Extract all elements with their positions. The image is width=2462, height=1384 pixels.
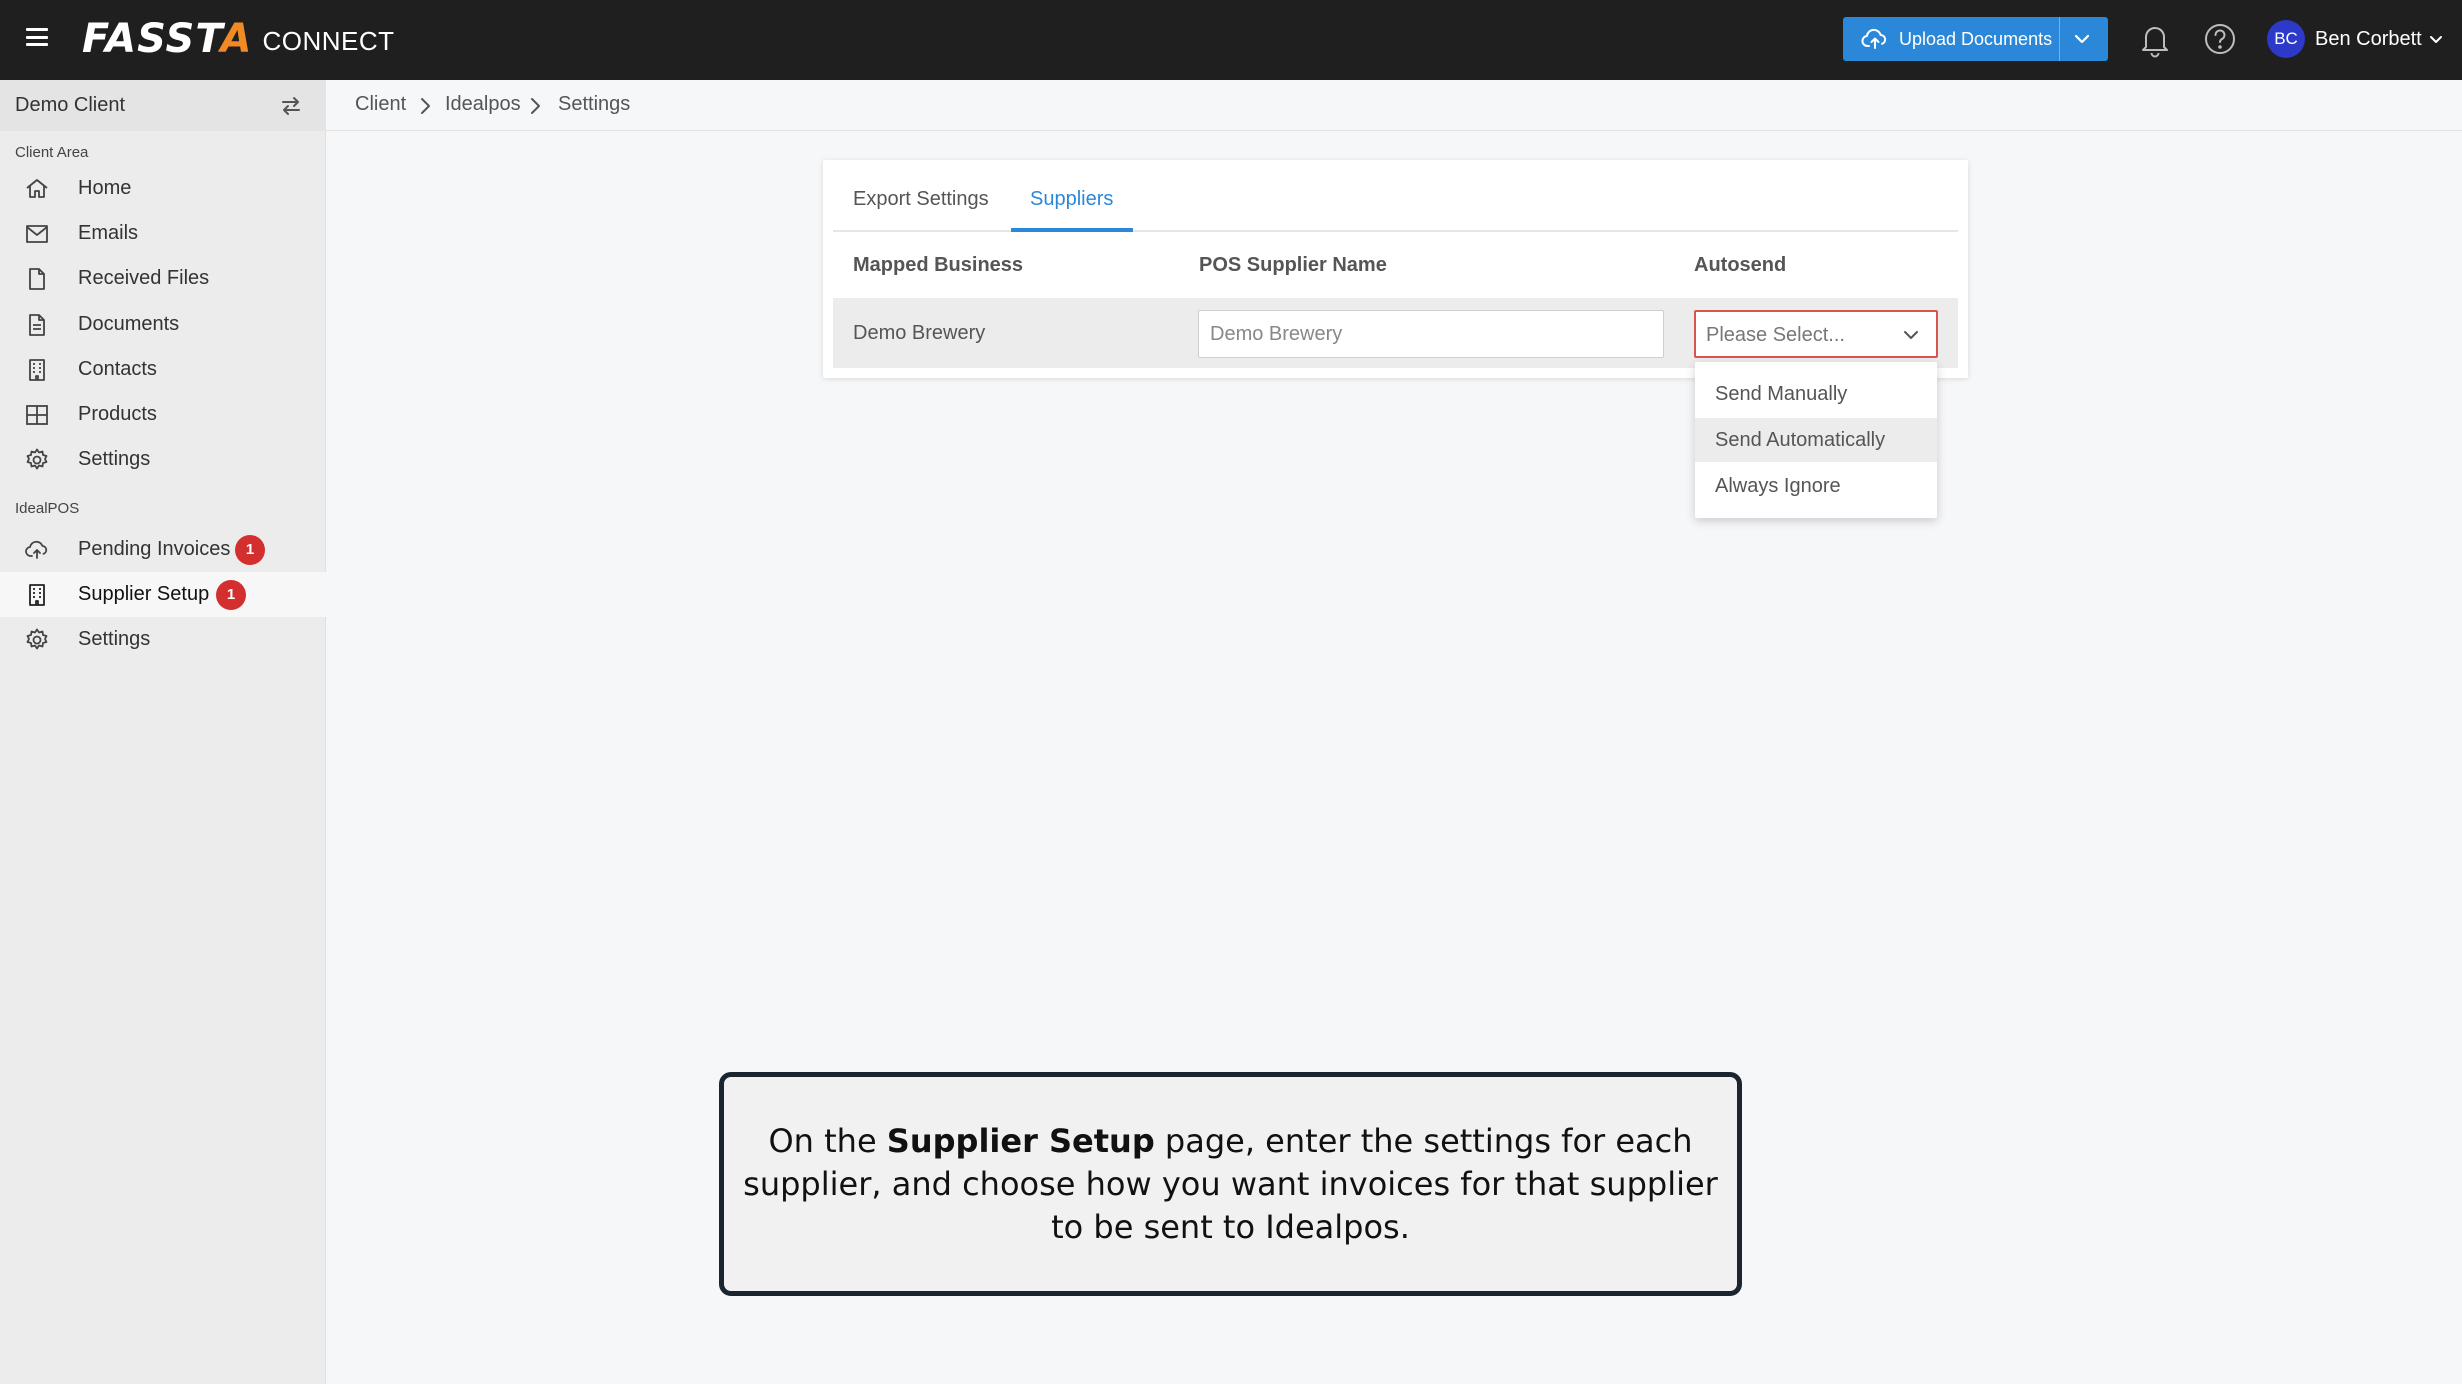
- mail-icon: [26, 224, 48, 243]
- tab-suppliers[interactable]: Suppliers: [1030, 188, 1113, 211]
- section-label-idealpos: IdealPOS: [15, 500, 80, 517]
- mapped-business-cell: Demo Brewery: [853, 322, 986, 344]
- sidebar-item-idealpos-settings[interactable]: Settings: [0, 617, 326, 662]
- active-tab-indicator: [1011, 228, 1133, 232]
- grid-icon: [26, 404, 48, 425]
- sidebar-item-label: Settings: [78, 448, 151, 470]
- chevron-down-icon: [2429, 36, 2442, 43]
- count-badge: 1: [235, 534, 265, 565]
- cloud-upload-icon: [1861, 28, 1887, 49]
- sidebar: Demo Client Client Area Home Emails Rece…: [0, 80, 326, 1384]
- autosend-select[interactable]: Please Select...: [1694, 310, 1938, 358]
- sidebar-item-contacts[interactable]: Contacts: [0, 347, 326, 392]
- sidebar-item-supplier-setup[interactable]: Supplier Setup 1: [0, 572, 326, 617]
- logo: FASSTA CONNECT: [82, 14, 395, 64]
- client-name: Demo Client: [15, 94, 126, 116]
- breadcrumb-settings: Settings: [558, 93, 631, 115]
- upload-documents-label: Upload Documents: [1899, 28, 2053, 49]
- callout-emphasis: Supplier Setup: [886, 1121, 1155, 1160]
- logo-wordmark: FASSTA: [82, 16, 253, 62]
- pos-supplier-name-input[interactable]: [1198, 310, 1664, 358]
- gear-icon: [26, 628, 48, 649]
- sidebar-item-received-files[interactable]: Received Files: [0, 256, 326, 301]
- section-label-client-area: Client Area: [15, 144, 89, 161]
- breadcrumb-idealpos[interactable]: Idealpos: [445, 93, 521, 116]
- sidebar-item-emails[interactable]: Emails: [0, 211, 326, 256]
- sidebar-item-label: Home: [78, 177, 132, 199]
- client-switcher[interactable]: Demo Client: [0, 80, 326, 131]
- chevron-right-icon: [421, 98, 430, 114]
- building-icon: [29, 583, 45, 606]
- chevron-right-icon: [531, 98, 540, 114]
- option-always-ignore[interactable]: Always Ignore: [1695, 464, 1937, 508]
- logo-subtitle: CONNECT: [262, 25, 395, 56]
- cloud-upload-icon: [25, 540, 48, 559]
- column-header-mapped-business: Mapped Business: [853, 254, 1024, 276]
- instruction-callout: On the Supplier Setup page, enter the se…: [719, 1072, 1742, 1296]
- menu-icon[interactable]: [24, 24, 50, 50]
- user-name: Ben Corbett: [2315, 27, 2422, 50]
- sidebar-item-documents[interactable]: Documents: [0, 302, 326, 347]
- option-send-automatically[interactable]: Send Automatically: [1695, 418, 1937, 462]
- sidebar-item-label: Contacts: [78, 358, 157, 380]
- sidebar-item-home[interactable]: Home: [0, 166, 326, 211]
- supplier-settings-card: Export Settings Suppliers Mapped Busines…: [823, 160, 1968, 378]
- option-send-manually[interactable]: Send Manually: [1695, 372, 1937, 416]
- bell-icon[interactable]: [2138, 22, 2172, 58]
- help-icon[interactable]: [2203, 22, 2237, 56]
- breadcrumb: Client Idealpos Settings: [326, 80, 2462, 131]
- avatar: BC: [2267, 20, 2305, 58]
- autosend-selected-value: Please Select...: [1706, 324, 1845, 346]
- tab-bar: Export Settings Suppliers: [833, 160, 1958, 232]
- sidebar-item-label: Documents: [78, 313, 180, 335]
- breadcrumb-client[interactable]: Client: [355, 93, 406, 116]
- sidebar-item-label: Pending Invoices: [78, 538, 231, 560]
- file-icon: [29, 267, 45, 290]
- column-header-pos-supplier-name: POS Supplier Name: [1199, 254, 1387, 276]
- top-bar: FASSTA CONNECT Upload Documents BC Ben C…: [0, 0, 2462, 80]
- user-menu[interactable]: BC Ben Corbett: [2267, 20, 2446, 58]
- document-icon: [29, 313, 45, 336]
- building-icon: [29, 358, 45, 381]
- column-header-autosend: Autosend: [1694, 254, 1787, 276]
- upload-documents-button[interactable]: Upload Documents: [1843, 17, 2108, 61]
- chevron-down-icon[interactable]: [2070, 27, 2094, 51]
- sidebar-item-label: Supplier Setup: [78, 583, 210, 605]
- sidebar-item-label: Emails: [78, 222, 139, 244]
- sidebar-item-pending-invoices[interactable]: Pending Invoices 1: [0, 527, 326, 572]
- sidebar-item-products[interactable]: Products: [0, 392, 326, 437]
- sidebar-item-label: Settings: [78, 628, 151, 650]
- button-divider: [2059, 17, 2060, 61]
- tab-export-settings[interactable]: Export Settings: [853, 188, 989, 211]
- sidebar-item-label: Products: [78, 403, 157, 425]
- sidebar-item-settings[interactable]: Settings: [0, 437, 326, 482]
- sidebar-item-label: Received Files: [78, 267, 210, 289]
- autosend-dropdown: Send Manually Send Automatically Always …: [1695, 362, 1937, 518]
- callout-text: On the Supplier Setup page, enter the se…: [743, 1121, 1718, 1246]
- gear-icon: [26, 448, 48, 469]
- count-badge: 1: [216, 579, 246, 610]
- chevron-down-icon: [1904, 331, 1918, 339]
- swap-icon[interactable]: [279, 94, 303, 118]
- home-icon: [26, 178, 48, 198]
